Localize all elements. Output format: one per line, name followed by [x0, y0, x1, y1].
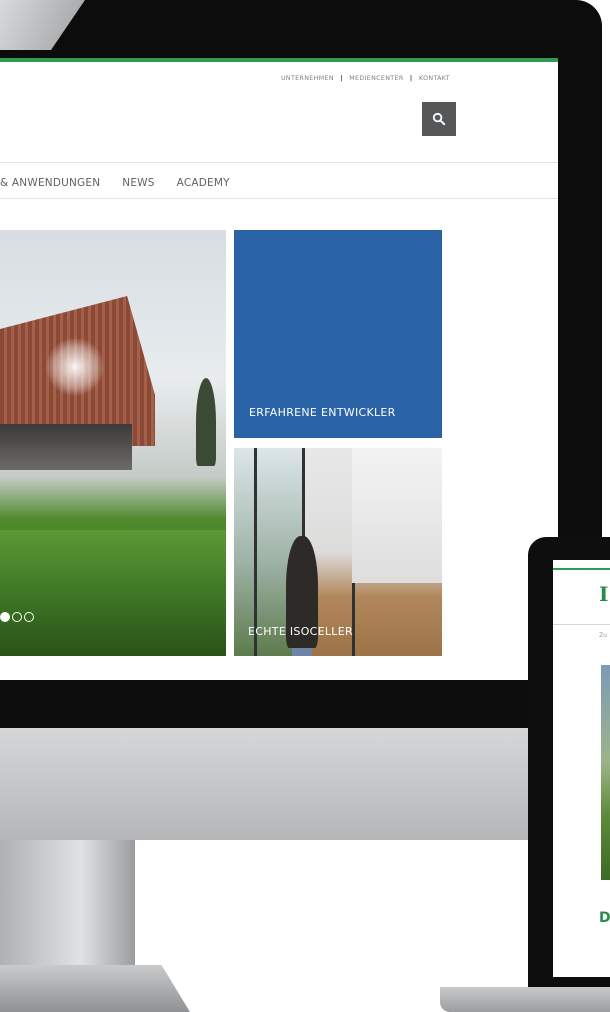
nav-divider-top	[0, 162, 558, 163]
tree-image	[196, 378, 216, 466]
nav-divider-bottom	[0, 198, 558, 199]
laptop-hero-image	[601, 665, 610, 880]
meta-nav-kontakt[interactable]: KONTAKT	[419, 75, 450, 82]
laptop-nav[interactable]: Zu	[599, 632, 607, 639]
search-icon	[432, 112, 446, 126]
meta-nav-separator: |	[340, 75, 343, 82]
laptop-divider	[553, 624, 610, 625]
meta-navigation: UNTERNEHMEN | MEDIENCENTER | KONTAKT	[279, 75, 452, 82]
accent-bar	[0, 58, 558, 62]
meta-nav-separator: |	[409, 75, 413, 82]
monitor-chin	[0, 728, 552, 840]
laptop-accent-bar	[553, 568, 610, 570]
building-glass-floor	[0, 424, 132, 470]
slider-dot-1[interactable]	[0, 612, 10, 622]
tile-erfahrene-entwickler[interactable]: ERFAHRENE ENTWICKLER	[234, 230, 442, 438]
search-button[interactable]	[422, 102, 456, 136]
meta-nav-unternehmen[interactable]: UNTERNEHMEN	[281, 75, 334, 82]
main-navigation: & ANWENDUNGEN NEWS ACADEMY	[0, 177, 252, 189]
grass-image	[0, 530, 226, 656]
monitor-stand	[0, 840, 135, 980]
main-nav-news[interactable]: NEWS	[122, 177, 154, 189]
slider-dots	[0, 612, 36, 622]
slider-dot-3[interactable]	[24, 612, 34, 622]
tile-label: ECHTE ISOCELLER	[248, 625, 353, 638]
laptop-screen: I Zu D	[553, 560, 610, 977]
laptop-logo: I	[599, 582, 609, 606]
slider-dot-2[interactable]	[12, 612, 22, 622]
main-nav-anwendungen[interactable]: & ANWENDUNGEN	[0, 177, 100, 189]
office-wall	[352, 448, 442, 583]
tile-echte-isoceller[interactable]: ECHTE ISOCELLER	[234, 448, 442, 656]
laptop-heading: D	[599, 910, 610, 926]
sun-glare	[46, 338, 104, 396]
main-nav-academy[interactable]: ACADEMY	[177, 177, 230, 189]
monitor-stand-base	[0, 965, 190, 1012]
website-screen: UNTERNEHMEN | MEDIENCENTER | KONTAKT & A…	[0, 58, 558, 680]
hero-slider[interactable]	[0, 230, 226, 656]
meta-nav-mediencenter[interactable]: MEDIENCENTER	[349, 75, 403, 82]
laptop-base	[440, 987, 610, 1012]
tile-label: ERFAHRENE ENTWICKLER	[249, 406, 396, 419]
